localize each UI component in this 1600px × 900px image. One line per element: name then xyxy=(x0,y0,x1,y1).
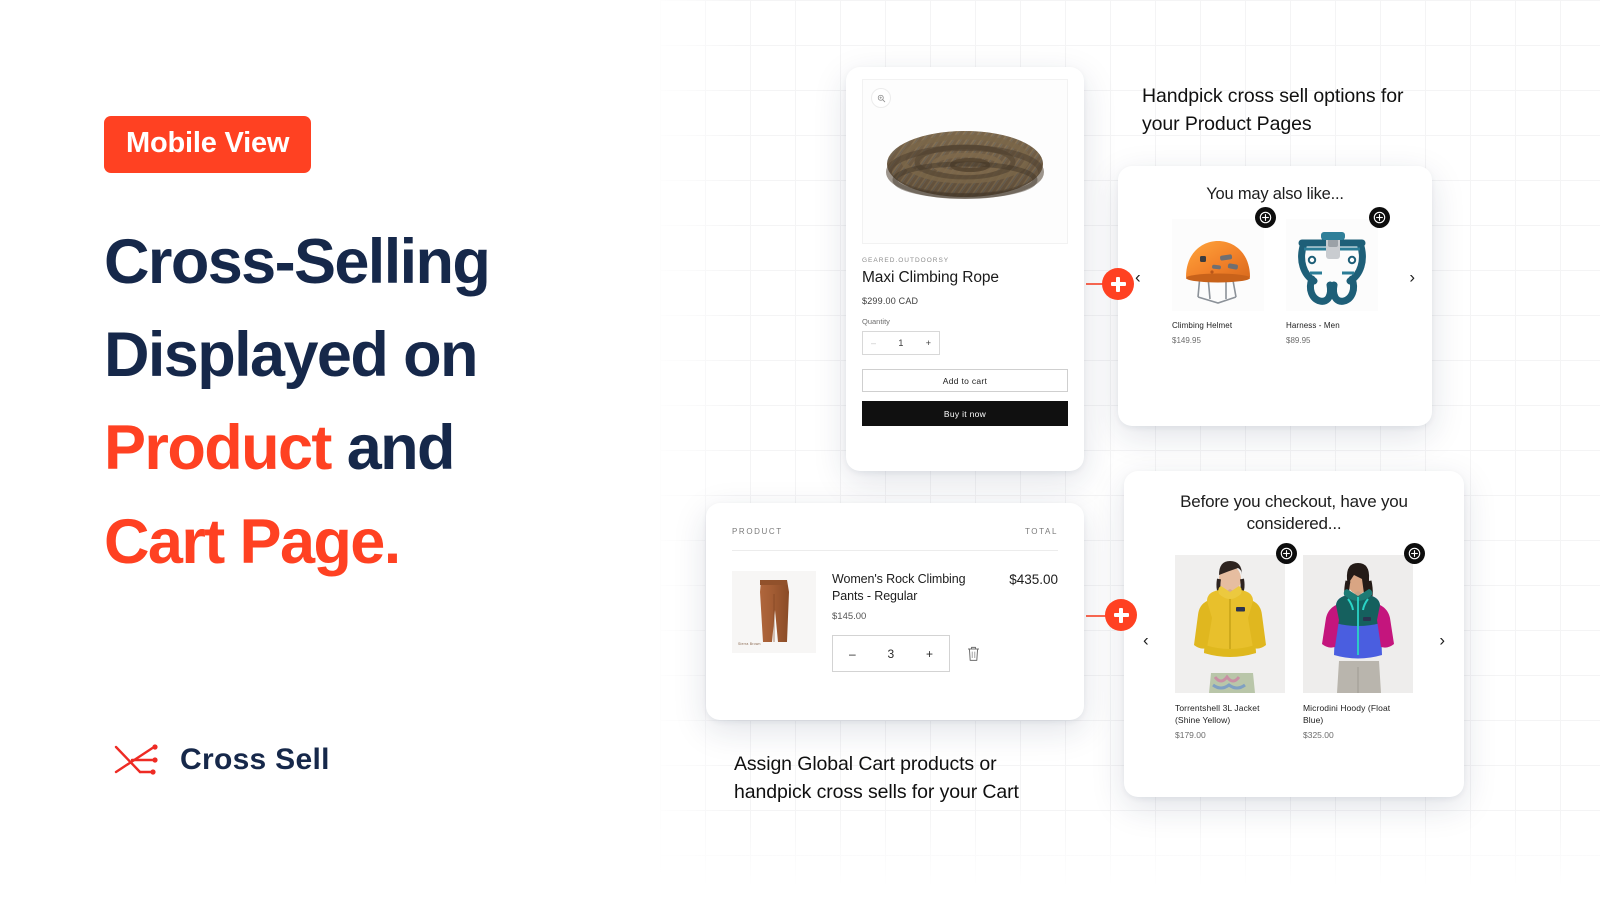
brand-logo-text: Cross Sell xyxy=(180,743,330,776)
harness-illustration xyxy=(1298,232,1366,306)
add-cross-sell-button[interactable] xyxy=(1276,543,1297,565)
climbing-helmet-image xyxy=(1172,207,1276,312)
thumbnail-caption: Sierra Brown xyxy=(738,642,761,647)
cross-sell-carousel: ‹ › xyxy=(1140,543,1448,741)
add-cross-sell-button[interactable] xyxy=(1369,207,1390,229)
cross-sell-item-name: Climbing Helmet xyxy=(1172,321,1233,331)
cart-cross-sell-widget: Before you checkout, have you considered… xyxy=(1124,471,1464,797)
cart-quantity-decrement-button[interactable]: – xyxy=(849,647,856,661)
cross-sell-item[interactable]: Climbing Helmet $149.95 xyxy=(1172,207,1276,346)
add-to-cart-button[interactable]: Add to cart xyxy=(862,369,1068,392)
trash-icon[interactable] xyxy=(966,645,981,662)
cart-item-info: Women's Rock Climbing Pants - Regular $1… xyxy=(832,571,993,672)
cart-line-item: Sierra Brown Women's Rock Climbing Pants… xyxy=(732,571,1058,672)
cart-item-controls: – 3 + xyxy=(832,635,993,672)
carousel-next-arrow[interactable]: › xyxy=(1409,269,1415,286)
cross-sell-item[interactable]: Microdini Hoody (Float Blue) $325.00 xyxy=(1303,543,1425,741)
cross-sell-item-price: $179.00 xyxy=(1175,730,1206,741)
mobile-view-badge: Mobile View xyxy=(104,116,312,173)
yellow-jacket-model-image xyxy=(1175,543,1297,694)
poster-canvas: Mobile View Cross-Selling Displayed on P… xyxy=(0,0,1600,900)
quantity-increment-button[interactable]: + xyxy=(926,338,931,348)
plus-circle-icon xyxy=(1408,547,1421,560)
quantity-decrement-button[interactable]: – xyxy=(871,338,876,348)
brand-logo: Cross Sell xyxy=(110,735,330,785)
quantity-stepper[interactable]: – 1 + xyxy=(862,331,940,355)
cart-col-product: PRODUCT xyxy=(732,527,783,536)
carousel-next-arrow[interactable]: › xyxy=(1439,632,1445,649)
cart-item-line-total: $435.00 xyxy=(1009,572,1058,587)
plus-badge-cart xyxy=(1105,599,1137,631)
headline-line-3-rest: and xyxy=(330,413,456,484)
product-cross-sell-widget: You may also like... ‹ › Climbing Helmet… xyxy=(1118,166,1432,426)
cart-item-title: Women's Rock Climbing Pants - Regular xyxy=(832,572,966,603)
cross-sell-heading: You may also like... xyxy=(1206,185,1344,203)
cart-page-mockup: PRODUCT TOTAL Sierra Brown Women's Rock … xyxy=(706,503,1084,720)
headline-line-2: Displayed on xyxy=(104,320,478,391)
plus-circle-icon xyxy=(1280,547,1293,560)
cross-sell-item-price: $149.95 xyxy=(1172,336,1201,346)
caption-cart: Assign Global Cart products or handpick … xyxy=(734,753,1019,803)
product-page-mockup: GEARED.OUTDOORSY Maxi Climbing Rope $299… xyxy=(846,67,1084,471)
colorblock-hoody-model-image xyxy=(1303,543,1425,694)
product-vendor: GEARED.OUTDOORSY xyxy=(862,257,950,264)
helmet-illustration xyxy=(1186,241,1250,305)
jacket-model-illustration xyxy=(1175,555,1285,694)
climbing-rope-illustration xyxy=(886,130,1044,199)
product-price: $299.00 CAD xyxy=(862,296,919,306)
headline-accent-cart-page: Cart Page xyxy=(104,506,385,577)
page-title: Cross-Selling Displayed on Product and C… xyxy=(104,216,644,589)
divider xyxy=(732,550,1058,551)
carousel-prev-arrow[interactable]: ‹ xyxy=(1135,269,1141,286)
add-cross-sell-button[interactable] xyxy=(1255,207,1276,229)
magnify-glyph xyxy=(877,94,885,102)
cross-sell-item-price: $89.95 xyxy=(1286,336,1311,346)
cross-sell-carousel: ‹ › xyxy=(1132,207,1418,346)
quantity-value: 1 xyxy=(898,338,904,348)
quantity-label: Quantity xyxy=(862,317,890,326)
cross-sell-item-name: Harness - Men xyxy=(1286,321,1340,331)
plus-circle-icon xyxy=(1373,212,1386,224)
plus-circle-icon xyxy=(1259,212,1272,224)
climbing-pants-illustration xyxy=(760,580,789,642)
product-image xyxy=(862,79,1068,244)
add-cross-sell-button[interactable] xyxy=(1404,543,1425,565)
cross-sell-logo-icon xyxy=(114,744,158,775)
carousel-prev-arrow[interactable]: ‹ xyxy=(1143,632,1149,649)
cart-quantity-increment-button[interactable]: + xyxy=(926,647,933,661)
cross-sell-item[interactable]: Torrentshell 3L Jacket (Shine Yellow) $1… xyxy=(1175,543,1297,741)
cart-table-header: PRODUCT TOTAL xyxy=(732,527,1058,536)
caption-product-pages: Handpick cross sell options for your Pro… xyxy=(1142,85,1404,135)
hoody-model-illustration xyxy=(1303,555,1413,694)
cart-quantity-stepper[interactable]: – 3 + xyxy=(832,635,950,672)
headline-period: . xyxy=(383,506,401,577)
left-text-panel: Mobile View Cross-Selling Displayed on P… xyxy=(0,0,660,900)
plus-badge-product xyxy=(1102,268,1134,300)
headline-accent-product: Product xyxy=(104,413,332,484)
cross-sell-item[interactable]: Harness - Men $89.95 xyxy=(1286,207,1390,346)
cart-item-thumbnail: Sierra Brown xyxy=(732,571,816,653)
cart-item-unit-price: $145.00 xyxy=(832,611,867,622)
headline-line-1: Cross-Selling xyxy=(104,227,491,297)
product-title: Maxi Climbing Rope xyxy=(862,269,999,286)
buy-it-now-button[interactable]: Buy it now xyxy=(862,401,1068,426)
cross-sell-item-name: Torrentshell 3L Jacket (Shine Yellow) xyxy=(1175,703,1260,725)
cross-sell-item-price: $325.00 xyxy=(1303,730,1334,741)
cart-col-total: TOTAL xyxy=(1024,527,1058,536)
climbing-harness-image xyxy=(1286,207,1390,312)
cart-quantity-value: 3 xyxy=(887,646,895,661)
cross-sell-item-name: Microdini Hoody (Float Blue) xyxy=(1303,703,1391,725)
cross-sell-heading: Before you checkout, have you considered… xyxy=(1180,492,1408,534)
magnify-icon[interactable] xyxy=(871,88,891,108)
mobile-view-badge-label: Mobile View xyxy=(126,127,290,159)
